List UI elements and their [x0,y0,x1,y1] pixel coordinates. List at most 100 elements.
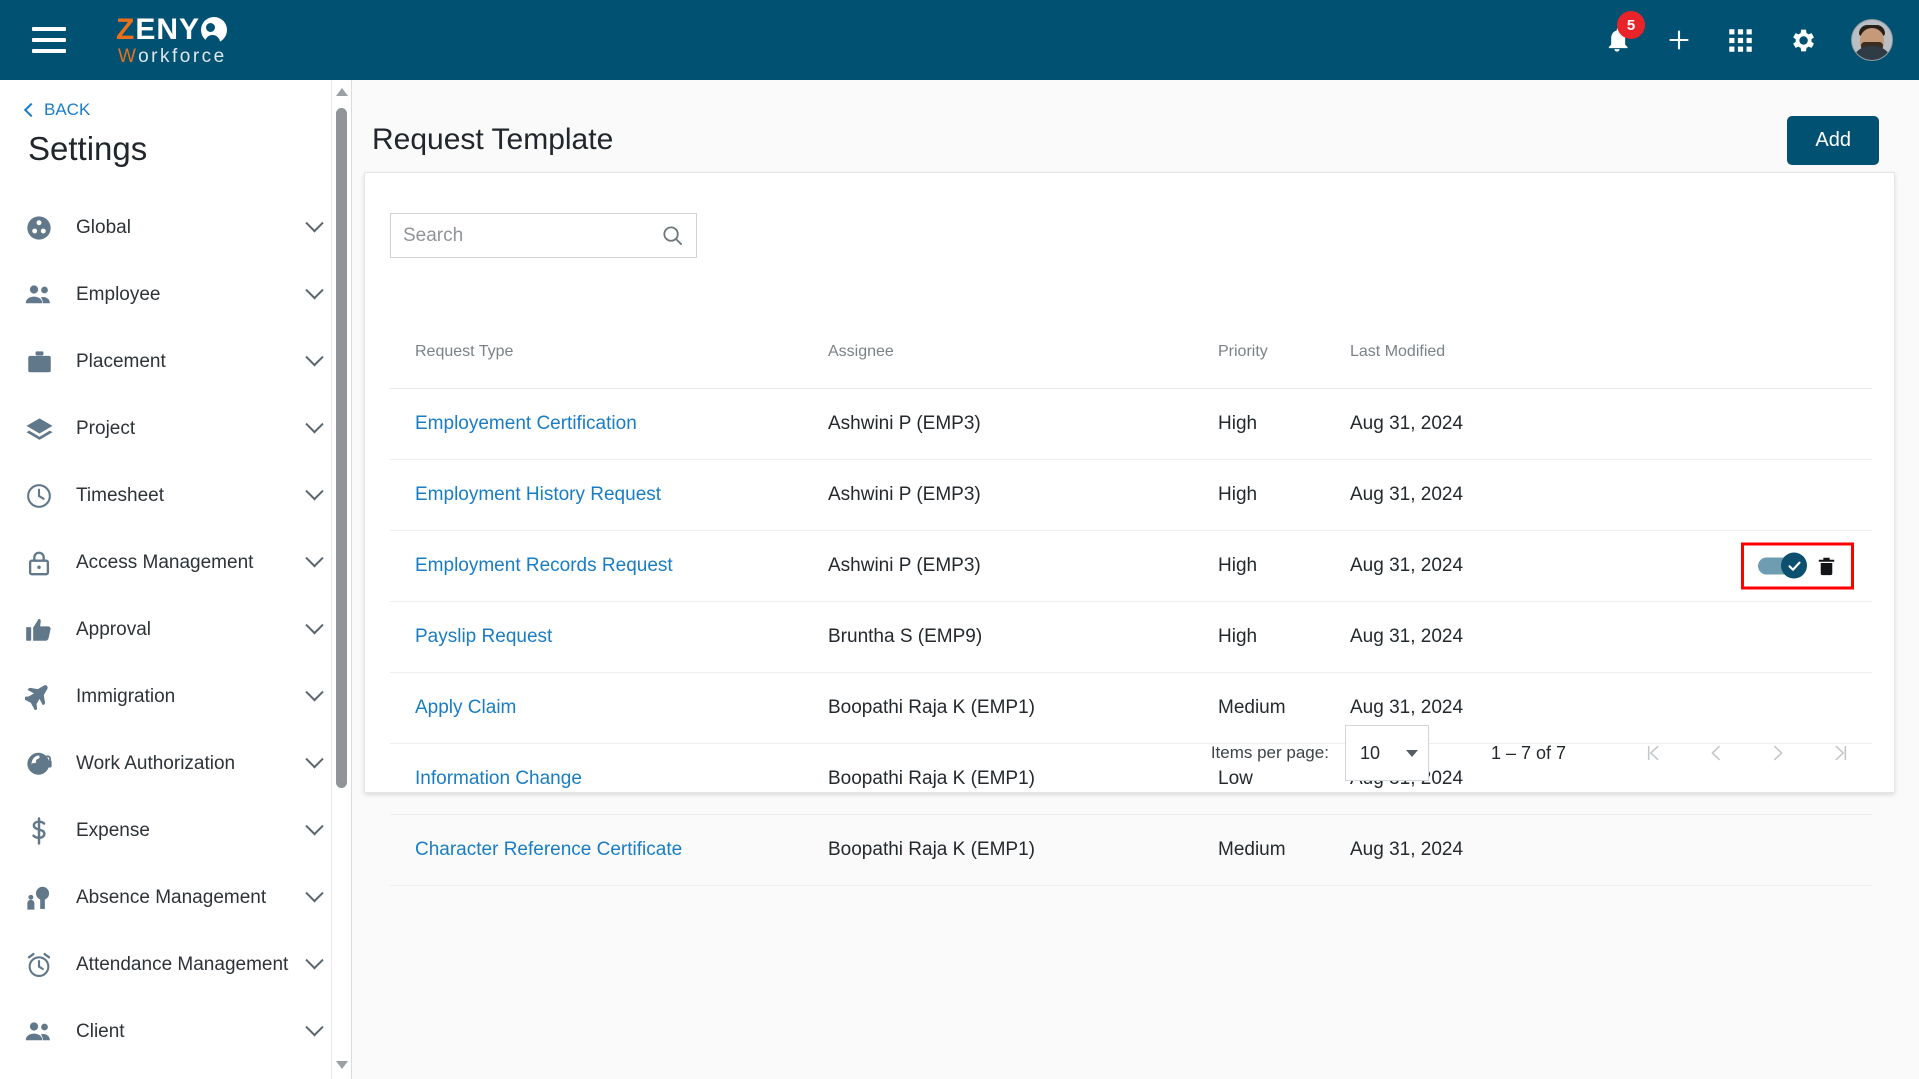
search-icon[interactable] [661,224,684,247]
column-header-priority[interactable]: Priority [1218,316,1350,389]
notification-count-badge: 5 [1617,11,1645,39]
notifications-bell-icon[interactable]: 5 [1603,11,1645,55]
chevron-down-icon[interactable] [305,750,324,769]
chevron-down-icon[interactable] [305,683,324,702]
chevron-down-icon[interactable] [305,281,324,300]
top-navigation-bar: Z ENY Workforce 5 [0,0,1919,80]
back-label: BACK [44,100,91,119]
cell-last-modified: Aug 31, 2024 [1350,601,1650,673]
chevron-down-icon[interactable] [305,817,324,836]
table-paginator: Items per page: 10 1 – 7 of 7 [390,714,1872,792]
logo-letter-w: W [118,45,139,67]
table-row[interactable]: Employment Records Request Ashwini P (EM… [390,530,1872,602]
chevron-down-icon[interactable] [305,951,324,970]
search-box[interactable] [390,213,697,258]
chevron-down-icon[interactable] [305,1018,324,1037]
sidebar-item-project[interactable]: Project [0,395,351,462]
cell-priority: High [1218,388,1350,460]
user-avatar[interactable] [1851,19,1893,61]
scroll-up-arrow-icon[interactable] [336,88,348,96]
next-page-icon[interactable] [1760,735,1796,771]
sidebar-item-absence-management[interactable]: Absence Management [0,864,351,931]
sidebar-item-global[interactable]: Global [0,194,351,261]
plus-add-icon[interactable] [1665,26,1693,54]
sidebar-item-attendance-management[interactable]: Attendance Management [0,931,351,998]
items-per-page-select[interactable]: 10 [1344,725,1429,781]
delete-trash-icon[interactable] [1816,554,1837,577]
sidebar-item-employee[interactable]: Employee [0,261,351,328]
chevron-down-icon[interactable] [305,482,324,501]
cell-actions [1650,814,1872,886]
sidebar-item-access-management[interactable]: Access Management [0,529,351,596]
chevron-down-icon[interactable] [305,549,324,568]
scrollbar-thumb[interactable] [336,108,347,788]
table-row[interactable]: Employment History Request Ashwini P (EM… [390,459,1872,531]
cell-priority: High [1218,459,1350,531]
sidebar-nav-list: Global Employee Placement Project Timesh… [0,194,351,1065]
chevron-down-icon[interactable] [305,348,324,367]
cell-last-modified: Aug 31, 2024 [1350,814,1650,886]
add-button[interactable]: Add [1787,115,1879,165]
sidebar-item-label: Approval [76,618,151,640]
sidebar-item-label: Attendance Management [76,953,289,975]
hamburger-menu-icon[interactable] [32,27,66,53]
sidebar-item-client[interactable]: Client [0,998,351,1065]
table-body: Employement Certification Ashwini P (EMP… [390,388,1872,886]
dollar-icon [22,816,56,846]
sidebar-item-expense[interactable]: Expense [0,797,351,864]
table-row[interactable]: Payslip Request Bruntha S (EMP9) High Au… [390,601,1872,673]
request-type-link[interactable]: Character Reference Certificate [415,839,682,860]
sidebar-title: Settings [28,130,148,167]
previous-page-icon[interactable] [1698,735,1734,771]
cell-request-type: Payslip Request [390,601,828,673]
sidebar-item-approval[interactable]: Approval [0,596,351,663]
sidebar-item-timesheet[interactable]: Timesheet [0,462,351,529]
sidebar-item-label: Immigration [76,685,176,707]
settings-gear-icon[interactable] [1788,26,1817,55]
cell-actions [1650,459,1872,531]
lock-icon [22,548,56,578]
chevron-left-icon [23,102,39,118]
cell-actions [1650,530,1872,602]
sidebar-item-immigration[interactable]: Immigration [0,663,351,730]
sidebar-item-label: Placement [76,350,166,372]
table-header: Request Type Assignee Priority Last Modi… [390,316,1872,389]
row-actions-highlighted [1741,542,1854,589]
page-header: Request Template Add [352,80,1919,170]
status-toggle-switch[interactable] [1758,552,1807,579]
request-type-link[interactable]: Payslip Request [415,626,552,647]
back-link[interactable]: BACK [23,100,351,120]
request-type-link[interactable]: Employement Certification [415,413,637,434]
first-page-icon[interactable] [1636,735,1672,771]
table-row[interactable]: Employement Certification Ashwini P (EMP… [390,388,1872,460]
request-type-link[interactable]: Employment Records Request [415,555,673,576]
column-header-last-modified[interactable]: Last Modified [1350,316,1650,389]
request-type-link[interactable]: Employment History Request [415,484,661,505]
cell-priority: Medium [1218,814,1350,886]
sidebar-item-work-authorization[interactable]: Work Authorization [0,730,351,797]
sidebar-item-label: Global [76,216,131,238]
cell-request-type: Employement Certification [390,388,828,460]
chevron-down-icon[interactable] [305,214,324,233]
thumbs-up-icon [22,615,56,645]
scroll-down-arrow-icon[interactable] [336,1061,348,1069]
search-input[interactable] [403,224,661,247]
sidebar-scrollbar[interactable] [331,80,351,1079]
sidebar-item-placement[interactable]: Placement [0,328,351,395]
page-title: Request Template [372,123,614,156]
sidebar-item-label: Timesheet [76,484,164,506]
airplane-icon [22,682,56,712]
chevron-down-icon[interactable] [305,616,324,635]
chevron-down-icon[interactable] [305,415,324,434]
cell-priority: High [1218,530,1350,602]
column-header-assignee[interactable]: Assignee [828,316,1218,389]
column-header-request-type[interactable]: Request Type [390,316,828,389]
apps-grid-icon[interactable] [1727,27,1754,54]
request-template-card: Request Type Assignee Priority Last Modi… [364,172,1895,886]
last-page-icon[interactable] [1822,735,1858,771]
logo-word-orkforce: orkforce [138,45,227,67]
chevron-down-icon[interactable] [305,884,324,903]
table-row[interactable]: Character Reference Certificate Boopathi… [390,814,1872,886]
people-icon [22,280,56,310]
main-content-area: Request Template Add Request Type Assign… [352,80,1919,1079]
